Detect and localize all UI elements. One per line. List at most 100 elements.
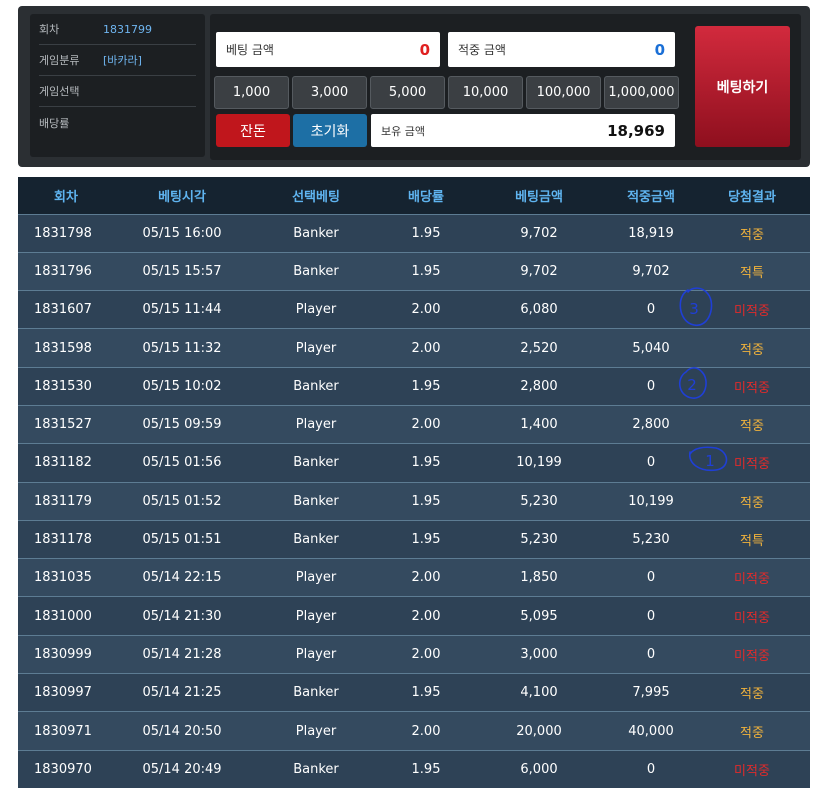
table-row: 1831000 05/14 21:30 Player 2.00 5,095 0 미적중: [18, 596, 810, 636]
cell-round: 1831178: [18, 519, 114, 559]
table-row: 1831178 05/15 01:51 Banker 1.95 5,230 5,230 적특: [18, 519, 810, 559]
cell-result: 미적중: [694, 443, 810, 483]
info-label: 배당률: [39, 116, 70, 130]
table-row: 1831035 05/14 22:15 Player 2.00 1,850 0 미적중: [18, 558, 810, 597]
cell-result: 미적중: [694, 596, 810, 636]
balance-value: 18,969: [607, 121, 665, 140]
cell-result: 미적중: [694, 290, 810, 329]
cell-odds: 1.95: [382, 443, 470, 483]
cell-pick: Player: [250, 596, 382, 636]
table-row: 1831798 05/15 16:00 Banker 1.95 9,702 18,919 적…: [18, 213, 810, 253]
chip-button-5000[interactable]: 5,000: [370, 76, 445, 109]
cell-result: 적중: [694, 481, 810, 521]
reset-button[interactable]: 초기화: [293, 114, 367, 147]
cell-bet-amount: 20,000: [470, 711, 608, 751]
result-text: 적중: [740, 687, 764, 703]
cell-odds: 1.95: [382, 749, 470, 789]
cell-bet-amount: 2,520: [470, 328, 608, 368]
cell-round: 1831182: [18, 443, 114, 483]
header-win-amount: 적중금액: [608, 177, 694, 214]
table-row: 1831607 05/15 11:44 Player 2.00 6,080 0 미적중: [18, 290, 810, 329]
result-text: 적중: [740, 495, 764, 511]
cell-bet-time: 05/14 21:30: [114, 596, 250, 636]
cell-bet-amount: 9,702: [470, 251, 608, 291]
cell-odds: 1.95: [382, 481, 470, 521]
cell-odds: 2.00: [382, 328, 470, 368]
cell-result: 적중: [694, 404, 810, 444]
cell-bet-amount: 10,199: [470, 443, 608, 483]
bet-amount-label: 베팅 금액: [226, 43, 274, 57]
betting-panel: 회차 1831799 게임분류 [바카라] 게임선택 배당률 베팅 금액 0 적…: [18, 6, 810, 167]
result-text: 미적중: [734, 304, 770, 320]
cell-pick: Banker: [250, 673, 382, 712]
info-label: 게임분류: [39, 54, 80, 67]
change-button[interactable]: 잔돈: [216, 114, 290, 147]
table-row: 1831527 05/15 09:59 Player 2.00 1,400 2,800 적중: [18, 404, 810, 444]
cell-odds: 2.00: [382, 711, 470, 751]
cell-odds: 2.00: [382, 404, 470, 444]
cell-odds: 1.95: [382, 366, 470, 406]
chip-button-10000[interactable]: 10,000: [448, 76, 523, 109]
cell-bet-amount: 2,800: [470, 366, 608, 406]
cell-bet-time: 05/15 09:59: [114, 404, 250, 444]
cell-odds: 1.95: [382, 673, 470, 712]
info-row-game-type: 게임분류 [바카라]: [39, 45, 196, 76]
cell-result: 적중: [694, 711, 810, 751]
cell-win-amount: 18,919: [608, 213, 694, 253]
table-row: 1831598 05/15 11:32 Player 2.00 2,520 5,040 적중: [18, 328, 810, 368]
result-text: 적특: [740, 534, 764, 550]
cell-round: 1831598: [18, 328, 114, 368]
place-bet-button[interactable]: 베팅하기: [695, 26, 790, 147]
cell-bet-amount: 6,000: [470, 749, 608, 789]
cell-bet-amount: 4,100: [470, 673, 608, 712]
chip-button-3000[interactable]: 3,000: [292, 76, 367, 109]
result-text: 적중: [740, 725, 764, 741]
cell-bet-amount: 3,000: [470, 634, 608, 674]
cell-win-amount: 2,800: [608, 404, 694, 444]
cell-bet-amount: 6,080: [470, 290, 608, 329]
cell-odds: 2.00: [382, 634, 470, 674]
cell-bet-time: 05/14 22:15: [114, 558, 250, 597]
table-row: 1830970 05/14 20:49 Banker 1.95 6,000 0 미적중: [18, 749, 810, 789]
cell-bet-amount: 1,400: [470, 404, 608, 444]
chip-buttons: 1,000 3,000 5,000 10,000 100,000 1,000,0…: [214, 76, 679, 109]
cell-result: 적중: [694, 213, 810, 253]
result-text: 적특: [740, 265, 764, 281]
cell-pick: Player: [250, 711, 382, 751]
cell-bet-time: 05/15 11:44: [114, 290, 250, 329]
cell-round: 1831798: [18, 213, 114, 253]
cell-bet-time: 05/14 21:25: [114, 673, 250, 712]
header-odds: 배당률: [382, 177, 470, 214]
cell-bet-time: 05/14 20:50: [114, 711, 250, 751]
cell-win-amount: 0: [608, 558, 694, 597]
baccarat-page: 회차 1831799 게임분류 [바카라] 게임선택 배당률 베팅 금액 0 적…: [0, 0, 835, 794]
cell-result: 미적중: [694, 634, 810, 674]
cell-pick: Banker: [250, 213, 382, 253]
table-row: 1831179 05/15 01:52 Banker 1.95 5,230 10,199 적…: [18, 481, 810, 521]
cell-round: 1831796: [18, 251, 114, 291]
cell-result: 적특: [694, 251, 810, 291]
table-row: 1831796 05/15 15:57 Banker 1.95 9,702 9,702 적특: [18, 251, 810, 291]
cell-round: 1830997: [18, 673, 114, 712]
header-result: 당첨결과: [694, 177, 810, 214]
bet-amount-field[interactable]: 베팅 금액 0: [216, 32, 440, 67]
cell-pick: Banker: [250, 519, 382, 559]
info-label: 회차: [39, 23, 60, 36]
cell-pick: Player: [250, 404, 382, 444]
cell-round: 1831607: [18, 290, 114, 329]
cell-round: 1831000: [18, 596, 114, 636]
cell-result: 미적중: [694, 366, 810, 406]
info-label: 게임선택: [39, 85, 80, 98]
chip-button-1000000[interactable]: 1,000,000: [604, 76, 679, 109]
cell-bet-time: 05/15 11:32: [114, 328, 250, 368]
header-bet-amount: 베팅금액: [470, 177, 608, 214]
win-amount-field: 적중 금액 0: [448, 32, 675, 67]
cell-pick: Player: [250, 634, 382, 674]
balance-label: 보유 금액: [381, 124, 425, 138]
cell-odds: 1.95: [382, 213, 470, 253]
cell-result: 적중: [694, 673, 810, 712]
cell-bet-time: 05/15 01:51: [114, 519, 250, 559]
cell-win-amount: 0: [608, 596, 694, 636]
chip-button-1000[interactable]: 1,000: [214, 76, 289, 109]
chip-button-100000[interactable]: 100,000: [526, 76, 601, 109]
